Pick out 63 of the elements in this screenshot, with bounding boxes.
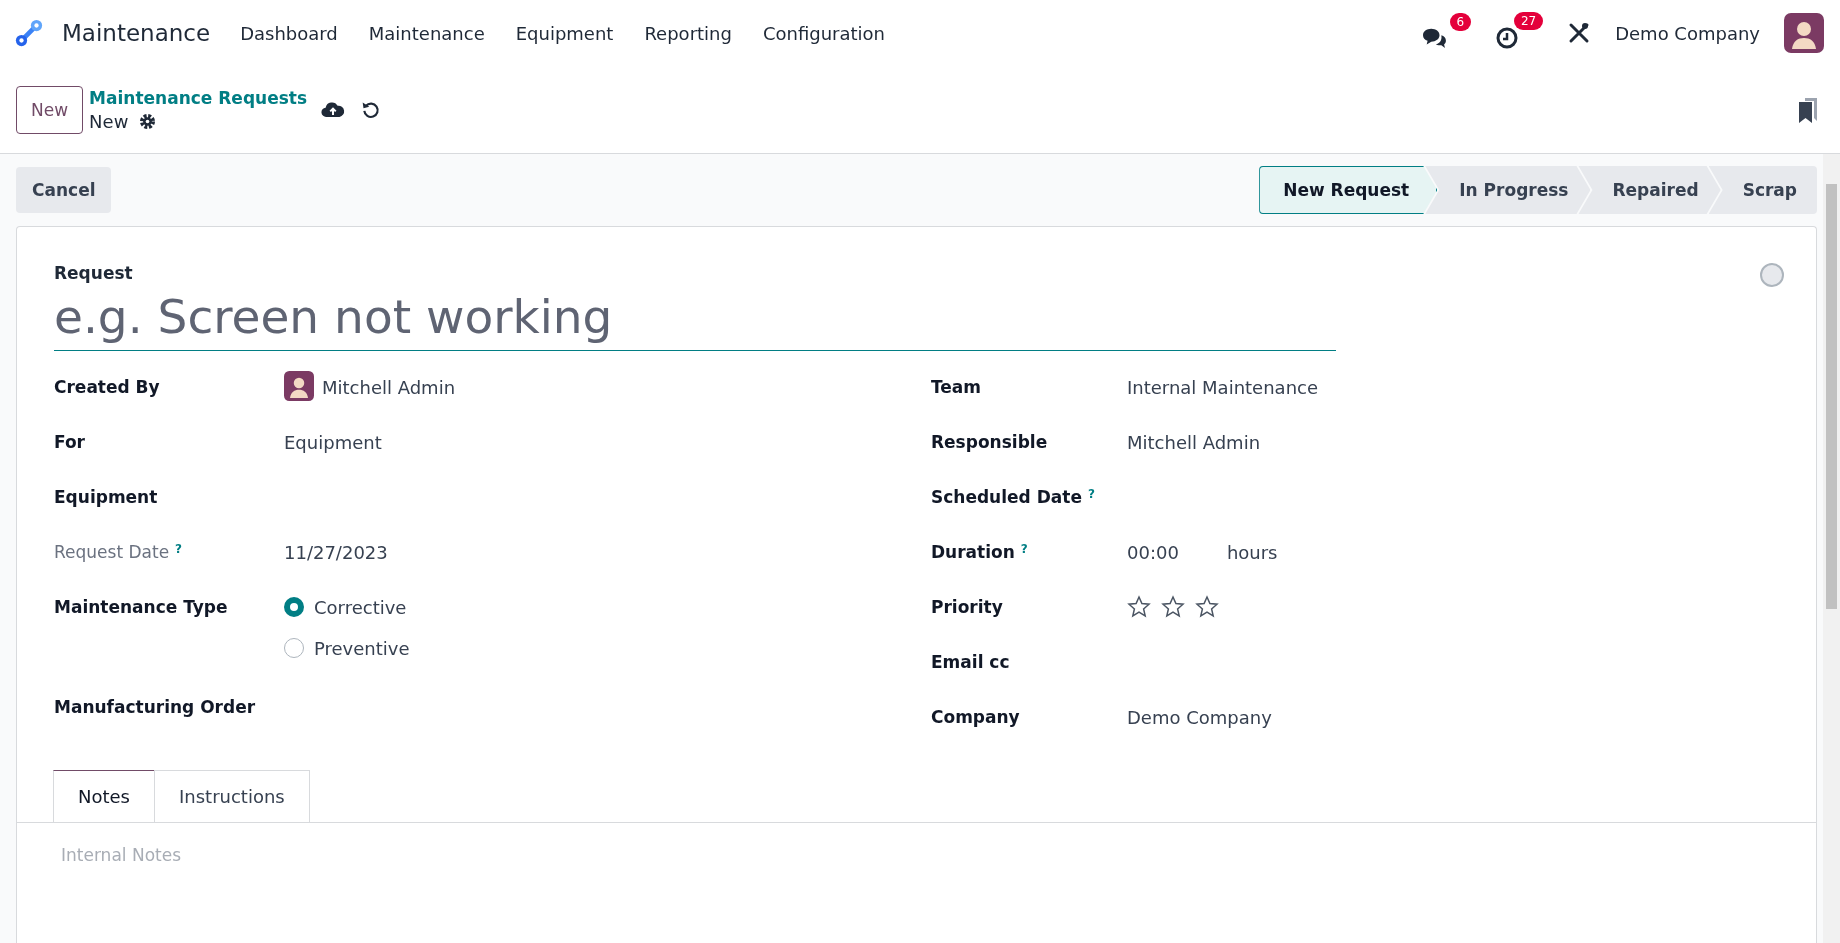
field-value[interactable]: Demo Company xyxy=(1127,705,1272,728)
scrollbar[interactable] xyxy=(1823,154,1840,943)
radio-button[interactable] xyxy=(284,637,304,658)
field-value[interactable]: 11/27/2023 xyxy=(284,540,388,563)
field-label: Equipment xyxy=(54,487,158,507)
stage-button[interactable]: Scrap xyxy=(1708,166,1817,214)
unit-label: hours xyxy=(1226,541,1278,563)
star-icon[interactable] xyxy=(1127,595,1151,619)
field-value[interactable]: Internal Maintenance xyxy=(1127,375,1318,398)
chat-icon xyxy=(1421,27,1448,49)
field-label: Priority xyxy=(931,597,1003,617)
field-value[interactable]: Mitchell Admin xyxy=(1127,430,1261,453)
field-label: Duration xyxy=(931,542,1015,562)
menu-item[interactable]: Configuration xyxy=(762,22,885,44)
field-label: Scheduled Date xyxy=(931,487,1082,507)
field-label: Email cc xyxy=(931,652,1010,672)
menu-item[interactable]: Dashboard xyxy=(240,22,338,44)
tab[interactable]: Instructions xyxy=(154,770,310,822)
menu-item[interactable]: Maintenance xyxy=(368,22,485,44)
help-tooltip[interactable]: ? xyxy=(1087,487,1095,501)
app-name-link[interactable]: Maintenance xyxy=(62,20,211,46)
field-label: Company xyxy=(931,707,1020,727)
field-label: Manufacturing Order xyxy=(54,697,256,717)
count-badge: 27 xyxy=(1513,12,1544,30)
company-switcher[interactable]: Demo Company xyxy=(1615,22,1760,44)
field-label: Team xyxy=(931,377,982,397)
field-label: For xyxy=(54,432,85,452)
field-label: Created By xyxy=(54,377,160,397)
gear-icon[interactable] xyxy=(138,112,158,131)
activities-button[interactable]: 27 xyxy=(1495,12,1544,54)
menu-item[interactable]: Reporting xyxy=(644,22,732,44)
help-tooltip[interactable]: ? xyxy=(175,542,183,556)
record-title: New xyxy=(89,111,129,132)
cloud-upload-icon[interactable] xyxy=(321,100,346,119)
radio-button[interactable] xyxy=(284,596,304,617)
stage-button[interactable]: Repaired xyxy=(1578,166,1721,214)
logo-icon[interactable] xyxy=(14,18,44,48)
clock-icon xyxy=(1495,26,1520,50)
star-icon[interactable] xyxy=(1161,595,1185,619)
avatar-icon xyxy=(284,371,314,401)
field-value[interactable]: Equipment xyxy=(284,430,382,453)
tab[interactable]: Notes xyxy=(53,770,155,822)
field-label: Request xyxy=(54,263,134,283)
avatar-icon[interactable] xyxy=(1784,13,1824,53)
help-tooltip[interactable]: ? xyxy=(1020,542,1028,556)
scrollbar-thumb[interactable] xyxy=(1826,184,1837,609)
new-button[interactable]: New xyxy=(16,85,84,134)
duration-field[interactable]: 00:00 xyxy=(1127,540,1179,563)
radio-label[interactable]: Preventive xyxy=(314,636,410,659)
bookmark-icon[interactable] xyxy=(1798,96,1818,123)
field-label: Maintenance Type xyxy=(54,597,228,617)
field-value[interactable]: Mitchell Admin xyxy=(322,375,456,398)
field-label: Request Date xyxy=(54,542,170,562)
stage-button[interactable]: In Progress xyxy=(1425,166,1591,214)
menu-item[interactable]: Equipment xyxy=(515,22,614,44)
breadcrumb-link[interactable]: Maintenance Requests xyxy=(89,87,308,109)
star-icon[interactable] xyxy=(1195,595,1219,619)
count-badge: 6 xyxy=(1449,13,1472,31)
field-label: Responsible xyxy=(931,432,1048,452)
messages-button[interactable]: 6 xyxy=(1421,13,1472,53)
stage-button[interactable]: New Request xyxy=(1259,166,1438,214)
cancel-button[interactable]: Cancel xyxy=(16,167,112,213)
radio-label[interactable]: Corrective xyxy=(314,595,407,618)
